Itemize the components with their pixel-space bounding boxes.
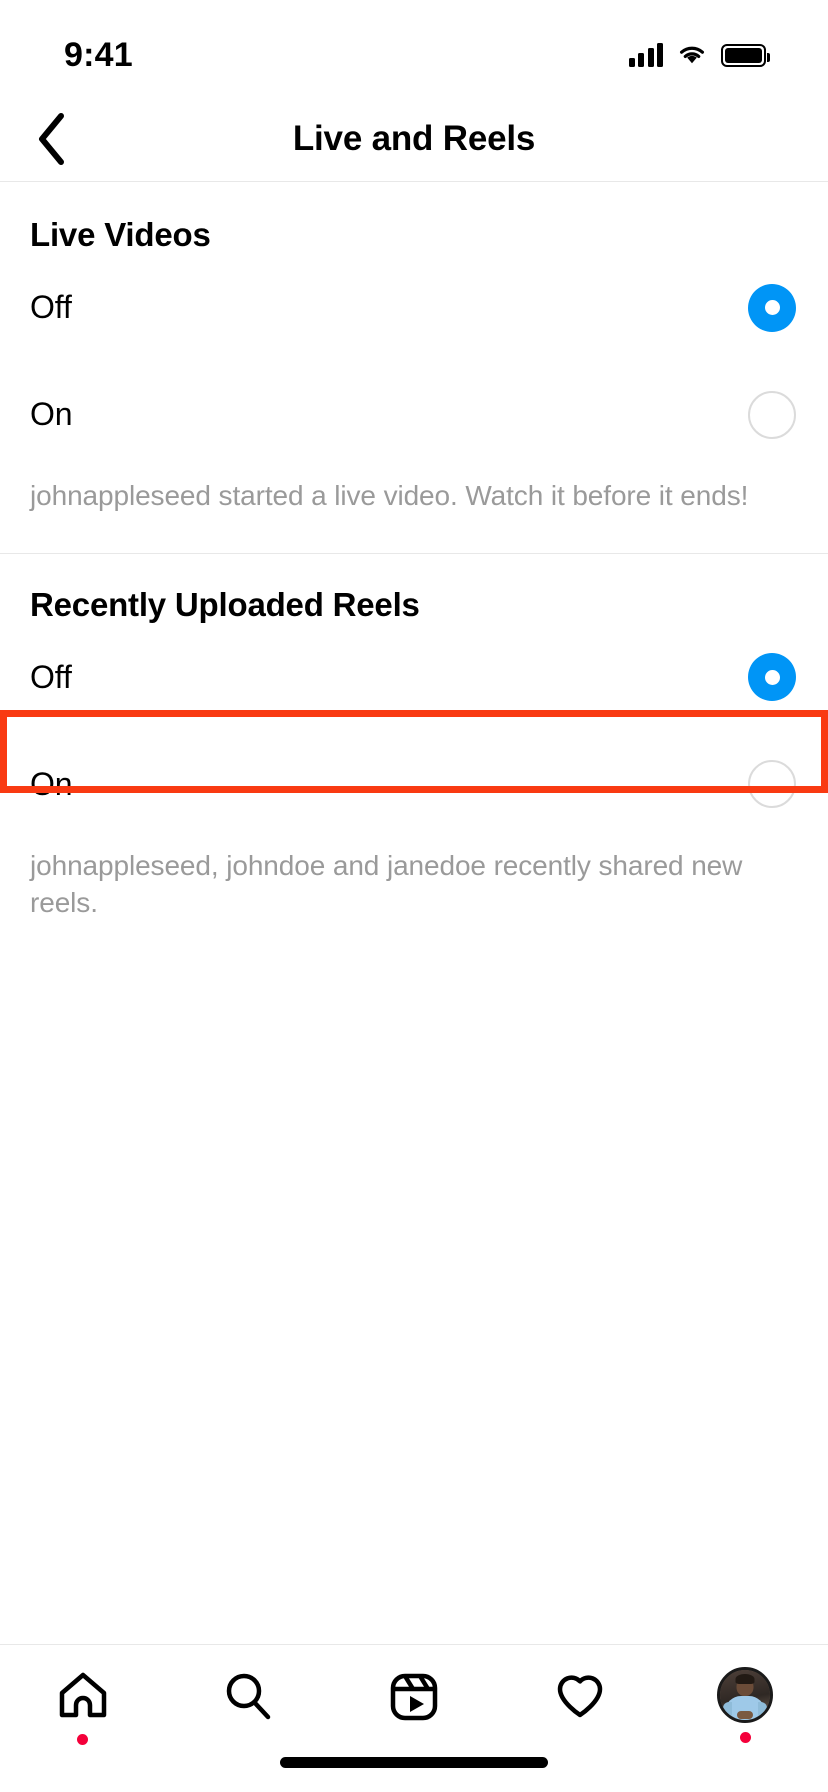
radio-unselected[interactable] <box>748 390 796 439</box>
radio-unselected[interactable] <box>748 760 796 809</box>
battery-full-icon <box>721 43 770 67</box>
home-icon <box>59 1672 107 1718</box>
status-bar-time: 9:41 <box>64 35 133 74</box>
profile-badge-dot <box>739 1732 751 1743</box>
option-label: Off <box>30 289 72 325</box>
status-bar-indicators <box>628 43 770 67</box>
page-title: Live and Reels <box>292 118 536 158</box>
radio-selected[interactable] <box>748 283 796 332</box>
tab-home[interactable] <box>0 1667 166 1745</box>
status-bar: 9:41 <box>0 0 828 96</box>
search-icon <box>227 1673 271 1720</box>
cellular-signal-icon <box>628 43 663 67</box>
reels-option-off[interactable]: Off <box>0 624 828 731</box>
option-label: On <box>30 765 73 802</box>
page-header: Live and Reels <box>0 96 828 182</box>
reels-option-on[interactable]: On <box>0 731 828 838</box>
back-button[interactable] <box>22 109 82 169</box>
profile-avatar-icon <box>717 1667 774 1723</box>
home-badge-dot <box>77 1734 89 1745</box>
home-indicator <box>280 1757 548 1768</box>
section-description-live-videos: johnappleseed started a live video. Watc… <box>30 480 749 511</box>
option-label: Off <box>30 658 72 695</box>
tab-search[interactable] <box>166 1667 332 1745</box>
heart-icon <box>557 1675 602 1718</box>
tab-profile[interactable] <box>662 1667 828 1743</box>
bottom-tab-bar <box>0 1644 828 1792</box>
section-title-recently-uploaded-reels: Recently Uploaded Reels <box>30 585 420 623</box>
wifi-icon <box>680 46 704 64</box>
section-live-videos: Live Videos Off On johnappleseed started… <box>0 182 828 553</box>
section-description-recently-uploaded-reels: johnappleseed, johndoe and janedoe recen… <box>30 849 743 918</box>
section-title-live-videos: Live Videos <box>30 216 211 253</box>
radio-selected[interactable] <box>748 653 796 702</box>
tab-reels[interactable] <box>331 1667 497 1745</box>
live-videos-option-on[interactable]: On <box>0 361 828 468</box>
chevron-left-icon <box>39 112 64 165</box>
tab-activity[interactable] <box>497 1667 663 1745</box>
live-videos-option-off[interactable]: Off <box>0 254 828 361</box>
reels-icon <box>390 1673 438 1721</box>
section-recently-uploaded-reels: Recently Uploaded Reels Off On johnapple… <box>0 552 828 960</box>
option-label: On <box>30 396 73 432</box>
